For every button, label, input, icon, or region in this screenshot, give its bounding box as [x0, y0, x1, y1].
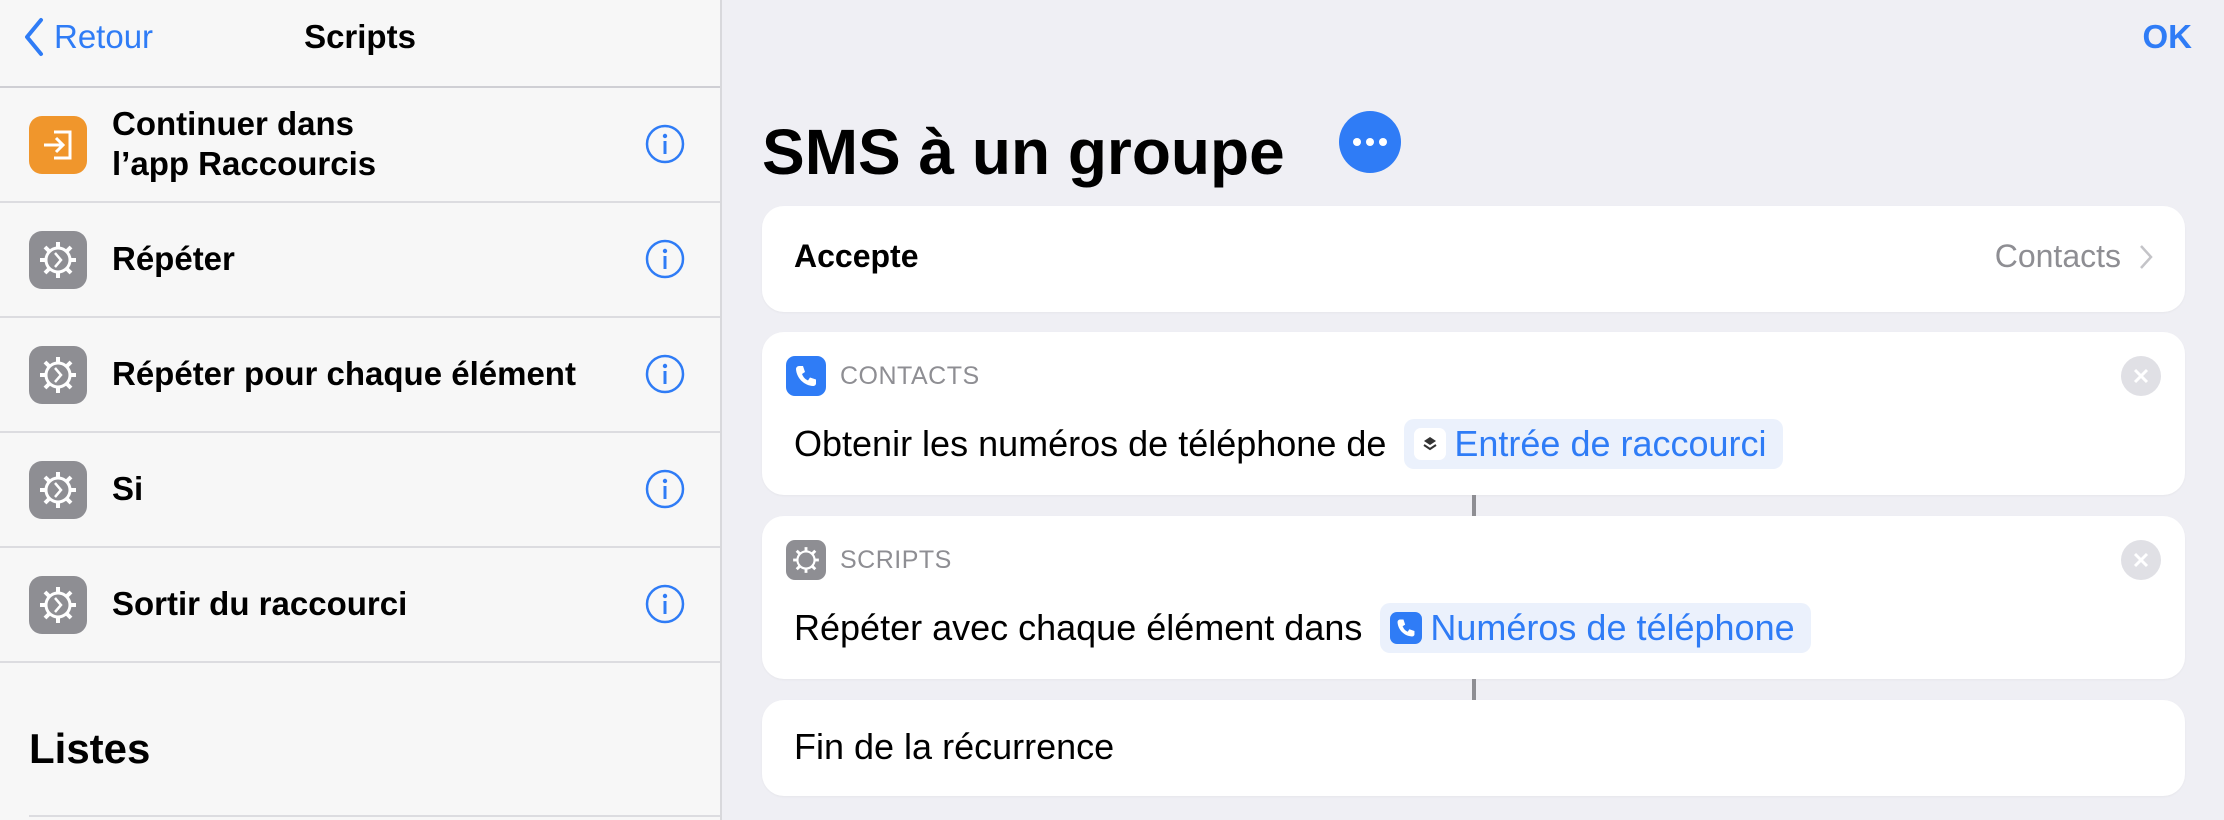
- phone-icon: [786, 356, 826, 396]
- sidebar: Retour Scripts Continuer dans l’app Racc…: [0, 0, 722, 820]
- enter-app-icon: [29, 116, 87, 174]
- ellipsis-icon: [1353, 138, 1387, 146]
- accepts-label: Accepte: [794, 238, 919, 274]
- accepts-value-text: Contacts: [1994, 238, 2121, 274]
- action-get-phone-numbers[interactable]: CONTACTS Obtenir les numéros de téléphon…: [762, 332, 2185, 495]
- info-icon[interactable]: [645, 354, 685, 394]
- list-item-continue-in-app[interactable]: Continuer dans l’app Raccourcis: [0, 88, 720, 203]
- phone-icon: [1390, 612, 1423, 644]
- gear-icon: [29, 576, 87, 634]
- divider: [29, 815, 720, 817]
- gear-icon: [786, 540, 826, 580]
- action-parameter-line: Répéter avec chaque élément dans Numéros…: [794, 598, 1811, 658]
- action-text: Obtenir les numéros de téléphone de: [794, 423, 1387, 464]
- section-heading-lists: Listes: [29, 725, 151, 772]
- accepts-value[interactable]: Contacts: [1995, 238, 2153, 275]
- editor-pane: OK SMS à un groupe Accepte Contacts CONT…: [722, 0, 2224, 820]
- action-list: Continuer dans l’app Raccourcis Répéter: [0, 88, 720, 663]
- gear-icon: [29, 231, 87, 289]
- list-item-exit-shortcut[interactable]: Sortir du raccourci: [0, 548, 720, 663]
- action-connector: [1472, 495, 1476, 516]
- remove-action-button[interactable]: [2121, 540, 2161, 580]
- variable-token-shortcut-input[interactable]: Entrée de raccourci: [1404, 419, 1783, 469]
- shortcut-title[interactable]: SMS à un groupe: [762, 112, 1285, 192]
- gear-icon: [29, 346, 87, 404]
- remove-action-button[interactable]: [2121, 356, 2161, 396]
- list-item-label: Répéter: [112, 240, 235, 277]
- action-text: Répéter avec chaque élément dans: [794, 607, 1363, 648]
- action-category-label: SCRIPTS: [840, 546, 952, 574]
- token-label: Entrée de raccourci: [1454, 423, 1767, 464]
- list-item-if[interactable]: Si: [0, 433, 720, 548]
- list-item-label: Répéter pour chaque élément: [112, 355, 576, 392]
- action-parameter-line: Obtenir les numéros de téléphone de Entr…: [794, 414, 1783, 474]
- info-icon[interactable]: [645, 239, 685, 279]
- chevron-right-icon: [2140, 244, 2153, 269]
- token-label: Numéros de téléphone: [1430, 607, 1795, 648]
- info-icon[interactable]: [645, 469, 685, 509]
- more-button[interactable]: [1339, 111, 1401, 173]
- end-repeat-label: Fin de la récurrence: [794, 726, 1115, 767]
- close-icon: [2133, 368, 2149, 384]
- action-category-label: CONTACTS: [840, 362, 980, 390]
- gear-icon: [29, 461, 87, 519]
- variable-token-phone-numbers[interactable]: Numéros de téléphone: [1380, 603, 1811, 653]
- close-icon: [2133, 552, 2149, 568]
- action-repeat-with-each[interactable]: SCRIPTS Répéter avec chaque élément dans…: [762, 516, 2185, 679]
- list-item-repeat-each[interactable]: Répéter pour chaque élément: [0, 318, 720, 433]
- accepts-row[interactable]: Accepte Contacts: [762, 206, 2185, 312]
- action-connector: [1472, 679, 1476, 700]
- info-icon[interactable]: [645, 584, 685, 624]
- sidebar-nav-bar: Retour Scripts: [0, 0, 720, 88]
- done-button[interactable]: OK: [2143, 14, 2193, 60]
- info-icon[interactable]: [645, 124, 685, 164]
- sidebar-title: Scripts: [304, 18, 416, 55]
- shortcuts-icon: [1414, 428, 1447, 460]
- list-item-label: Si: [112, 470, 144, 507]
- list-item-label: Sortir du raccourci: [112, 585, 408, 622]
- action-end-repeat[interactable]: Fin de la récurrence: [762, 700, 2185, 796]
- list-item-label: Continuer dans l’app Raccourcis: [112, 105, 377, 182]
- list-item-repeat[interactable]: Répéter: [0, 203, 720, 318]
